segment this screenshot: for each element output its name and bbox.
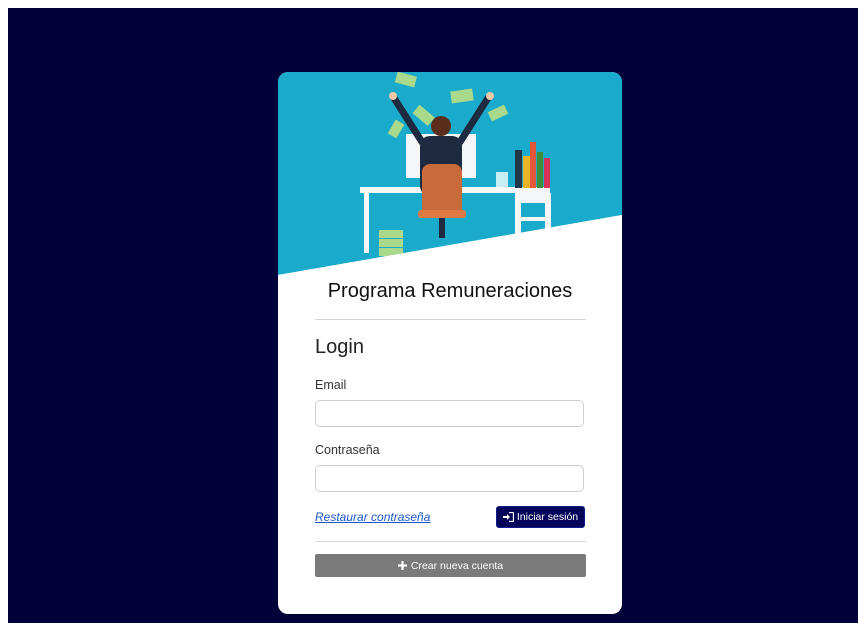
email-label: Email — [315, 378, 347, 392]
login-heading: Login — [315, 336, 364, 358]
sign-in-icon — [502, 512, 514, 522]
create-account-label: Crear nueva cuenta — [410, 559, 504, 572]
password-field[interactable] — [315, 465, 584, 492]
login-button[interactable]: Iniciar sesión — [496, 506, 585, 528]
app-title: Programa Remuneraciones — [327, 280, 573, 302]
restore-password-link[interactable]: Restaurar contraseña — [315, 510, 430, 524]
login-card: Programa Remuneraciones Login Email Cont… — [278, 72, 622, 614]
divider — [315, 541, 586, 542]
plus-icon — [397, 561, 407, 570]
hero-illustration — [278, 72, 622, 282]
login-button-label: Iniciar sesión — [516, 511, 579, 523]
page-background: Programa Remuneraciones Login Email Cont… — [8, 8, 858, 623]
create-account-button[interactable]: Crear nueva cuenta — [315, 554, 586, 577]
divider — [315, 319, 586, 320]
password-label: Contraseña — [315, 443, 380, 457]
email-field[interactable] — [315, 400, 584, 427]
